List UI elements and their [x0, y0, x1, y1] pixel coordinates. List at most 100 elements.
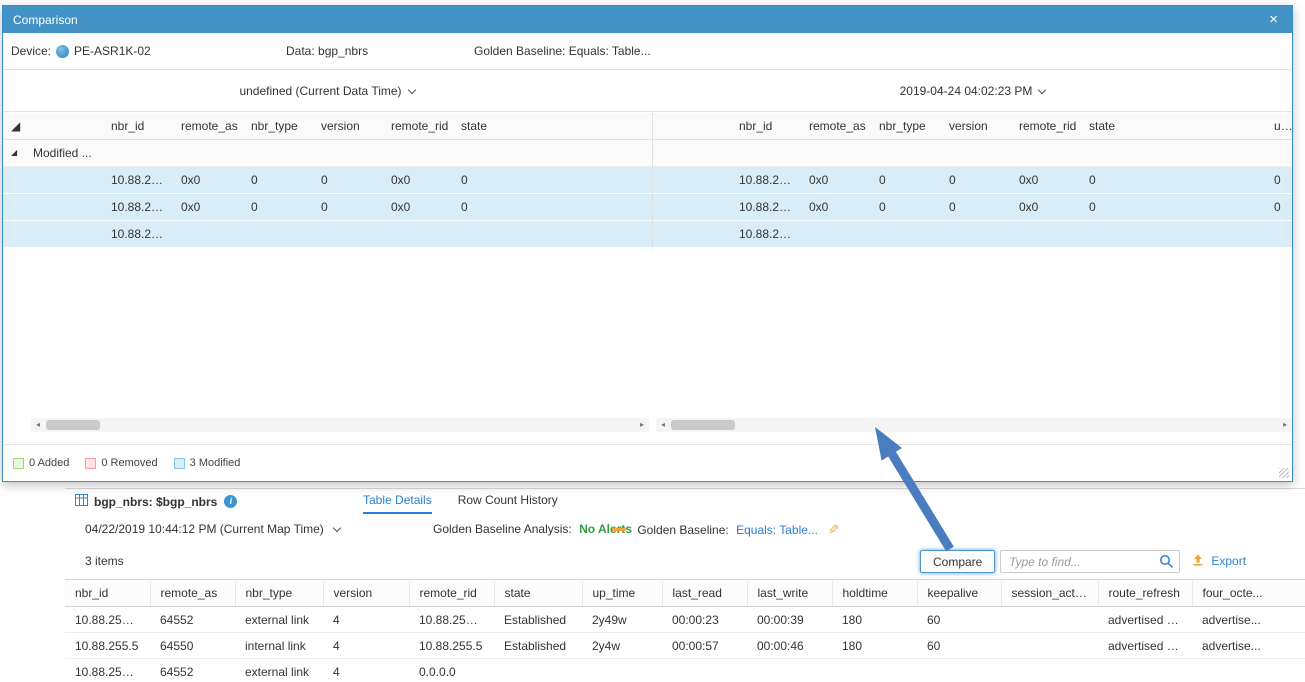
column-header-last_write[interactable]: last_write	[747, 580, 832, 607]
table-row[interactable]: 10.88.255.564550internal link410.88.255.…	[65, 633, 1305, 659]
spacer-cell	[653, 113, 733, 139]
device-info: Device: PE-ASR1K-02	[11, 44, 151, 58]
cell: external link	[235, 659, 323, 682]
scroll-left-icon[interactable]: ◂	[656, 418, 670, 432]
cell: 0x0	[803, 166, 873, 193]
group-row-filler	[653, 139, 1292, 166]
tab-row-count-history[interactable]: Row Count History	[458, 489, 558, 514]
group-row-modified[interactable]	[653, 139, 1292, 166]
scrollbar-thumb[interactable]	[671, 420, 735, 430]
cell	[873, 220, 943, 247]
right-h-scrollbar[interactable]: ◂ ▸	[656, 418, 1292, 432]
column-header-nbr_id[interactable]: nbr_id	[733, 113, 803, 139]
cell: 0x0	[1013, 193, 1083, 220]
cell: 0	[315, 193, 385, 220]
cell: 10.88.250.31	[733, 166, 803, 193]
column-header-keepalive[interactable]: keepalive	[917, 580, 1001, 607]
column-header-remote_rid[interactable]: remote_rid	[409, 580, 494, 607]
cell	[1001, 659, 1098, 682]
diff-row[interactable]: 10.88.250.310x0000x00	[3, 166, 652, 193]
cell	[1192, 659, 1305, 682]
info-icon[interactable]: i	[224, 495, 237, 508]
cell: 4	[323, 607, 409, 633]
close-icon[interactable]: ×	[1265, 12, 1282, 27]
cell: 10.88.255.81	[65, 659, 150, 682]
column-header-nbr_type[interactable]: nbr_type	[245, 113, 315, 139]
cell: 0x0	[385, 193, 455, 220]
column-header-version[interactable]: version	[315, 113, 385, 139]
export-button[interactable]: Export	[1192, 545, 1246, 579]
left-time-selector[interactable]: undefined (Current Data Time)	[3, 70, 651, 112]
golden-baseline-analysis: Golden Baseline Analysis: No Alerts	[433, 514, 632, 545]
spacer-cell	[31, 193, 105, 220]
column-header-up_t...[interactable]: up_t...	[1268, 113, 1292, 139]
search-icon[interactable]	[1159, 554, 1174, 572]
golden-baseline-label: Golden Baseline:	[637, 523, 728, 537]
column-header-session_active[interactable]: session_active	[1001, 580, 1098, 607]
diff-row[interactable]: 10.88.255.81	[3, 220, 652, 247]
row-arrow-cell	[3, 220, 31, 247]
search-input[interactable]	[1000, 550, 1180, 573]
cell	[582, 659, 662, 682]
legend-item: 0 Added	[13, 457, 69, 469]
group-row-modified[interactable]: ◢Modified ...	[3, 139, 652, 166]
cell: internal link	[235, 633, 323, 659]
column-header-four_octe[interactable]: four_octe...	[1192, 580, 1305, 607]
scroll-right-icon[interactable]: ▸	[1278, 418, 1292, 432]
spacer-cell	[31, 166, 105, 193]
edit-pencil-icon[interactable]: ✎	[828, 514, 839, 545]
column-header-remote_as[interactable]: remote_as	[803, 113, 873, 139]
diff-row[interactable]: 10.88.255.50x0000x000	[653, 193, 1292, 220]
column-header-remote_as[interactable]: remote_as	[150, 580, 235, 607]
table-row[interactable]: 10.88.250.3164552external link410.88.255…	[65, 607, 1305, 633]
column-header-last_read[interactable]: last_read	[662, 580, 747, 607]
spacer-cell	[653, 166, 733, 193]
column-header-remote_rid[interactable]: remote_rid	[1013, 113, 1083, 139]
cell: 10.88.250.31	[65, 607, 150, 633]
diff-row[interactable]: 10.88.255.50x0000x00	[3, 193, 652, 220]
table-name-label: bgp_nbrs: $bgp_nbrs	[94, 495, 217, 509]
cell: 10.88.255.5	[105, 193, 175, 220]
cell: 0x0	[803, 193, 873, 220]
column-header-up_time[interactable]: up_time	[582, 580, 662, 607]
column-header-state[interactable]: state	[455, 113, 652, 139]
resize-grip[interactable]	[1279, 468, 1289, 478]
column-header-state[interactable]: state	[1083, 113, 1268, 139]
dialog-titlebar: Comparison ×	[3, 6, 1292, 33]
diff-row[interactable]: 10.88.255.81	[653, 220, 1292, 247]
column-header-nbr_type[interactable]: nbr_type	[873, 113, 943, 139]
column-header-remote_as[interactable]: remote_as	[175, 113, 245, 139]
comparison-left-panel: ◢ nbr_idremote_asnbr_typeversionremote_ri…	[3, 113, 653, 249]
panel-header-row: bgp_nbrs: $bgp_nbrs i Table Details Row …	[65, 489, 1305, 514]
baseline-link[interactable]: Equals: Table...	[736, 523, 818, 537]
collapse-group-icon[interactable]: ◢	[3, 139, 31, 166]
column-header-version[interactable]: version	[943, 113, 1013, 139]
group-label: Modified ...	[31, 139, 652, 166]
scroll-right-icon[interactable]: ▸	[635, 418, 649, 432]
column-header-nbr_id[interactable]: nbr_id	[65, 580, 150, 607]
column-header-holdtime[interactable]: holdtime	[832, 580, 917, 607]
tab-table-details[interactable]: Table Details	[363, 489, 432, 514]
column-header-version[interactable]: version	[323, 580, 409, 607]
column-header-route_refresh[interactable]: route_refresh	[1098, 580, 1192, 607]
cell: 0	[873, 193, 943, 220]
cell: 60	[917, 607, 1001, 633]
scroll-left-icon[interactable]: ◂	[31, 418, 45, 432]
expand-all-icon[interactable]: ◢	[3, 113, 31, 139]
cell	[1268, 220, 1292, 247]
column-header-nbr_id[interactable]: nbr_id	[105, 113, 175, 139]
golden-baseline-marker-icon	[612, 528, 626, 531]
scrollbar-thumb[interactable]	[46, 420, 100, 430]
cell: 2y49w	[582, 607, 662, 633]
cell: 64552	[150, 607, 235, 633]
table-row[interactable]: 10.88.255.8164552external link40.0.0.0	[65, 659, 1305, 682]
column-header-state[interactable]: state	[494, 580, 582, 607]
compare-button[interactable]: Compare	[920, 550, 995, 573]
legend-swatch-icon	[174, 458, 185, 469]
map-time-selector[interactable]: 04/22/2019 10:44:12 PM (Current Map Time…	[85, 514, 340, 545]
column-header-remote_rid[interactable]: remote_rid	[385, 113, 455, 139]
column-header-nbr_type[interactable]: nbr_type	[235, 580, 323, 607]
left-h-scrollbar[interactable]: ◂ ▸	[31, 418, 649, 432]
right-time-selector[interactable]: 2019-04-24 04:02:23 PM	[653, 70, 1292, 112]
diff-row[interactable]: 10.88.250.310x0000x000	[653, 166, 1292, 193]
